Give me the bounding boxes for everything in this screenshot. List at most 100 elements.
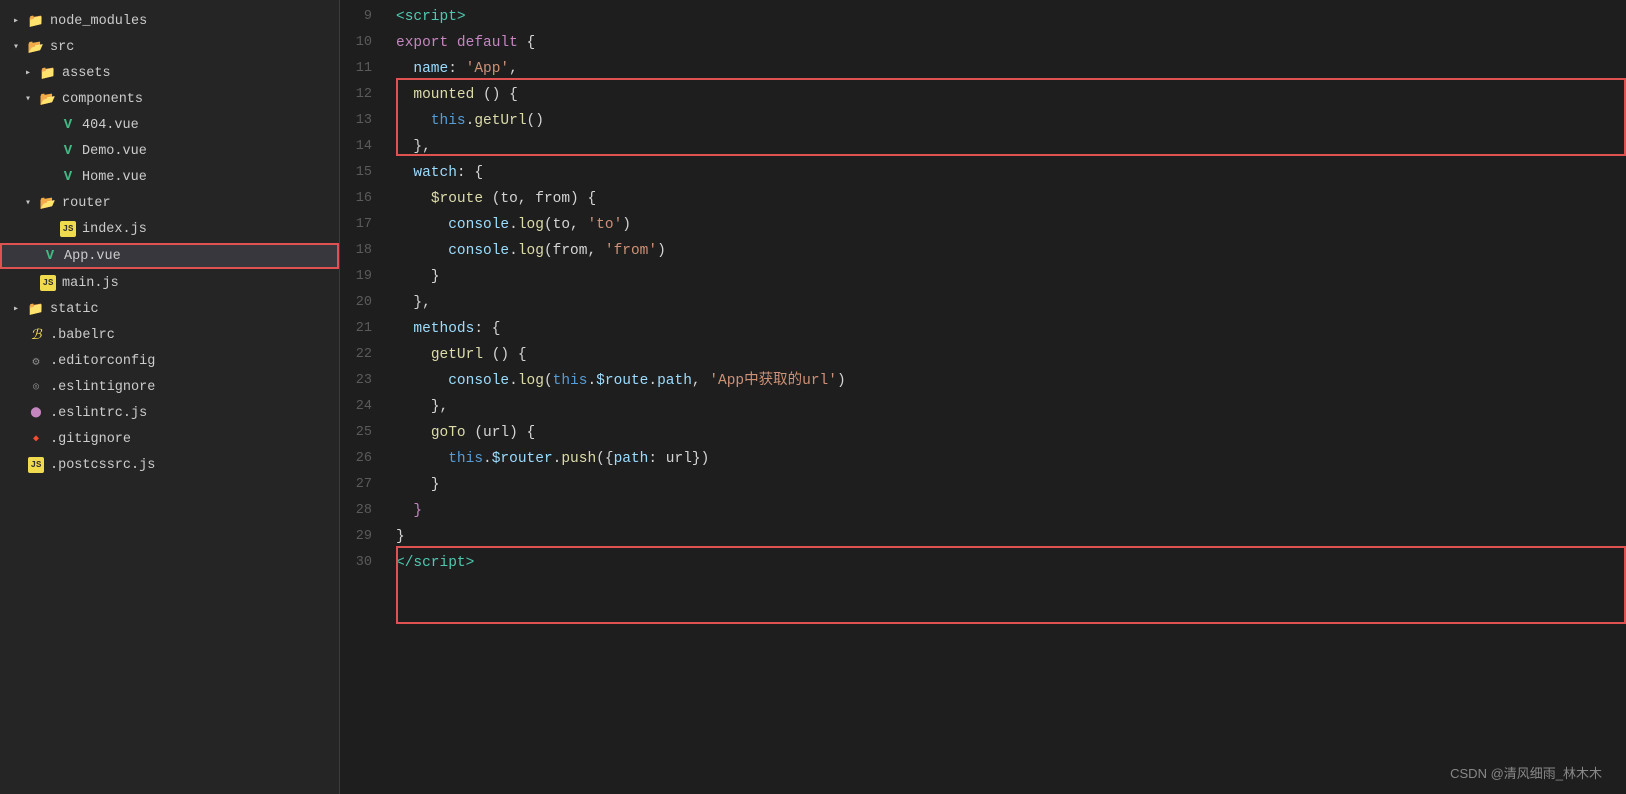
line-number: 10 <box>340 30 388 56</box>
sidebar-item-label: .postcssrc.js <box>50 458 155 473</box>
code-line-29: 29 } <box>340 524 1626 550</box>
line-content: <script> <box>388 4 1626 30</box>
sidebar-item-static[interactable]: 📁 static <box>0 296 339 322</box>
line-content: } <box>388 524 1626 550</box>
arrow-icon <box>20 65 36 81</box>
line-content: this.getUrl() <box>388 108 1626 134</box>
js-icon: JS <box>60 221 76 237</box>
code-line-22: 22 getUrl () { <box>340 342 1626 368</box>
sidebar-item-indexjs[interactable]: JS index.js <box>0 216 339 242</box>
line-number: 29 <box>340 524 388 550</box>
sidebar-item-src[interactable]: 📂 src <box>0 34 339 60</box>
code-line-17: 17 console.log(to, 'to') <box>340 212 1626 238</box>
sidebar-item-components[interactable]: 📂 components <box>0 86 339 112</box>
vue-icon: V <box>60 143 76 159</box>
sidebar-item-label: index.js <box>82 222 147 237</box>
code-line-27: 27 } <box>340 472 1626 498</box>
sidebar-item-editorconfig[interactable]: ⚙ .editorconfig <box>0 348 339 374</box>
sidebar-item-babelrc[interactable]: ℬ .babelrc <box>0 322 339 348</box>
folder-icon: 📁 <box>40 65 56 81</box>
line-content: } <box>388 472 1626 498</box>
folder-icon: 📂 <box>28 39 44 55</box>
line-content: } <box>388 264 1626 290</box>
sidebar-item-router[interactable]: 📂 router <box>0 190 339 216</box>
line-number: 22 <box>340 342 388 368</box>
sidebar-item-label: src <box>50 40 74 55</box>
arrow-icon <box>20 91 36 107</box>
code-line-19: 19 } <box>340 264 1626 290</box>
sidebar-item-label: .gitignore <box>50 432 131 447</box>
sidebar-item-label: components <box>62 92 143 107</box>
sidebar-item-eslintignore[interactable]: ◎ .eslintignore <box>0 374 339 400</box>
sidebar-item-label: router <box>62 196 111 211</box>
line-number: 17 <box>340 212 388 238</box>
line-content: mounted () { <box>388 82 1626 108</box>
sidebar-item-node-modules[interactable]: 📁 node_modules <box>0 8 339 34</box>
line-number: 24 <box>340 394 388 420</box>
line-number: 21 <box>340 316 388 342</box>
line-content: $route (to, from) { <box>388 186 1626 212</box>
sidebar-item-label: .eslintrc.js <box>50 406 147 421</box>
code-line-18: 18 console.log(from, 'from') <box>340 238 1626 264</box>
circle-icon2: ⬤ <box>28 405 44 421</box>
line-number: 15 <box>340 160 388 186</box>
watermark: CSDN @清风细雨_林木木 <box>1450 763 1602 782</box>
line-number: 28 <box>340 498 388 524</box>
circle-icon: ◎ <box>28 379 44 395</box>
code-line-23: 23 console.log(this.$route.path, 'App中获取… <box>340 368 1626 394</box>
code-line-20: 20 }, <box>340 290 1626 316</box>
sidebar-item-mainjs[interactable]: JS main.js <box>0 270 339 296</box>
line-content: methods: { <box>388 316 1626 342</box>
sidebar-item-gitignore[interactable]: ◆ .gitignore <box>0 426 339 452</box>
line-number: 11 <box>340 56 388 82</box>
line-number: 27 <box>340 472 388 498</box>
code-line-24: 24 }, <box>340 394 1626 420</box>
code-line-15: 15 watch: { <box>340 160 1626 186</box>
line-number: 26 <box>340 446 388 472</box>
line-content: this.$router.push({path: url}) <box>388 446 1626 472</box>
gear-icon: ⚙ <box>28 353 44 369</box>
sidebar-item-assets[interactable]: 📁 assets <box>0 60 339 86</box>
folder-icon: 📂 <box>40 195 56 211</box>
line-content: </script> <box>388 550 1626 576</box>
line-number: 16 <box>340 186 388 212</box>
folder-icon: 📁 <box>28 301 44 317</box>
arrow-icon <box>20 195 36 211</box>
sidebar-item-label: main.js <box>62 276 119 291</box>
line-number: 12 <box>340 82 388 108</box>
sidebar-item-appvue[interactable]: V App.vue <box>0 243 339 269</box>
code-line-26: 26 this.$router.push({path: url}) <box>340 446 1626 472</box>
code-line-21: 21 methods: { <box>340 316 1626 342</box>
sidebar-item-label: static <box>50 302 99 317</box>
code-line-28: 28 } <box>340 498 1626 524</box>
vue-icon: V <box>42 248 58 264</box>
js-icon: JS <box>28 457 44 473</box>
sidebar-item-demovue[interactable]: V Demo.vue <box>0 138 339 164</box>
file-explorer: 📁 node_modules 📂 src 📁 assets 📂 componen… <box>0 0 340 794</box>
sidebar-item-label: node_modules <box>50 14 147 29</box>
code-lines: 9 <script> 10 export default { 11 name: … <box>340 0 1626 580</box>
sidebar-item-label: 404.vue <box>82 118 139 133</box>
js-icon: JS <box>40 275 56 291</box>
line-content: goTo (url) { <box>388 420 1626 446</box>
vue-icon: V <box>60 169 76 185</box>
code-line-12: 12 mounted () { <box>340 82 1626 108</box>
sidebar-item-label: assets <box>62 66 111 81</box>
line-number: 30 <box>340 550 388 576</box>
line-number: 9 <box>340 4 388 30</box>
line-content: }, <box>388 394 1626 420</box>
sidebar-item-eslintrcjs[interactable]: ⬤ .eslintrc.js <box>0 400 339 426</box>
line-content: }, <box>388 134 1626 160</box>
arrow-icon <box>8 301 24 317</box>
sidebar-item-404vue[interactable]: V 404.vue <box>0 112 339 138</box>
sidebar-item-label: Home.vue <box>82 170 147 185</box>
code-line-14: 14 }, <box>340 134 1626 160</box>
sidebar-item-postcssrcjs[interactable]: JS .postcssrc.js <box>0 452 339 478</box>
code-editor: 9 <script> 10 export default { 11 name: … <box>340 0 1626 794</box>
sidebar-item-label: .editorconfig <box>50 354 155 369</box>
babel-icon: ℬ <box>28 327 44 343</box>
code-line-13: 13 this.getUrl() <box>340 108 1626 134</box>
line-content: watch: { <box>388 160 1626 186</box>
sidebar-item-homevue[interactable]: V Home.vue <box>0 164 339 190</box>
arrow-icon <box>8 39 24 55</box>
